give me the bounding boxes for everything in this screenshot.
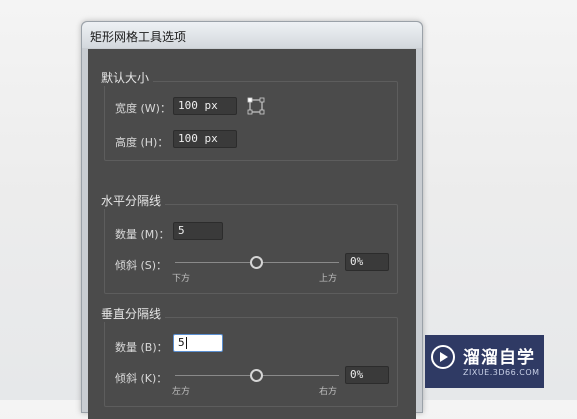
vertical-count-input[interactable]: 5 xyxy=(173,334,223,352)
watermark-text: 溜溜自学 xyxy=(463,348,535,368)
height-label: 高度 (H)： xyxy=(115,136,169,149)
default-size-group-label: 默认大小 xyxy=(97,69,154,86)
horizontal-count-label: 数量 (M)： xyxy=(115,228,170,241)
horizontal-skew-label: 倾斜 (S)： xyxy=(115,259,168,272)
text-caret xyxy=(185,337,187,349)
vertical-count-label: 数量 (B)： xyxy=(115,341,168,354)
dialog-titlebar[interactable]: 矩形网格工具选项 xyxy=(82,22,422,48)
watermark-subtext: ZIXUE.3D66.COM xyxy=(463,368,540,377)
reference-point-icon[interactable] xyxy=(247,97,265,115)
vertical-skew-slider-handle[interactable] xyxy=(250,369,263,382)
vertical-skew-min-label: 左方 xyxy=(172,387,191,397)
horizontal-skew-max-label: 上方 xyxy=(319,274,338,284)
width-input[interactable]: 100 px xyxy=(173,97,237,115)
horizontal-count-input[interactable]: 5 xyxy=(173,222,223,240)
vertical-dividers-group: 垂直分隔线 数量 (B)： 5 倾斜 (K)： 0% 左方 右方 xyxy=(97,305,398,407)
vertical-count-value: 5 xyxy=(178,336,185,349)
height-input[interactable]: 100 px xyxy=(173,130,237,148)
play-circle-icon xyxy=(431,345,455,369)
horizontal-skew-slider-handle[interactable] xyxy=(250,256,263,269)
vertical-skew-label: 倾斜 (K)： xyxy=(115,372,168,385)
horizontal-dividers-group: 水平分隔线 数量 (M)： 5 倾斜 (S)： 0% 下方 上方 xyxy=(97,192,398,294)
rectangular-grid-options-dialog: 矩形网格工具选项 默认大小 宽度 (W)： 100 px 高度 (H)： 100… xyxy=(81,21,423,419)
default-size-group: 默认大小 宽度 (W)： 100 px 高度 (H)： 100 px xyxy=(97,69,398,161)
dialog-content: 默认大小 宽度 (W)： 100 px 高度 (H)： 100 px 水平分隔线… xyxy=(88,49,416,419)
horizontal-skew-input[interactable]: 0% xyxy=(345,253,389,271)
width-label: 宽度 (W)： xyxy=(115,102,171,115)
vertical-skew-max-label: 右方 xyxy=(319,387,338,397)
watermark-logo: 溜溜自学 ZIXUE.3D66.COM xyxy=(425,335,544,388)
horizontal-dividers-group-label: 水平分隔线 xyxy=(97,192,166,209)
vertical-skew-input[interactable]: 0% xyxy=(345,366,389,384)
dialog-title: 矩形网格工具选项 xyxy=(90,30,187,44)
horizontal-skew-min-label: 下方 xyxy=(172,274,191,284)
vertical-dividers-group-label: 垂直分隔线 xyxy=(97,305,166,322)
